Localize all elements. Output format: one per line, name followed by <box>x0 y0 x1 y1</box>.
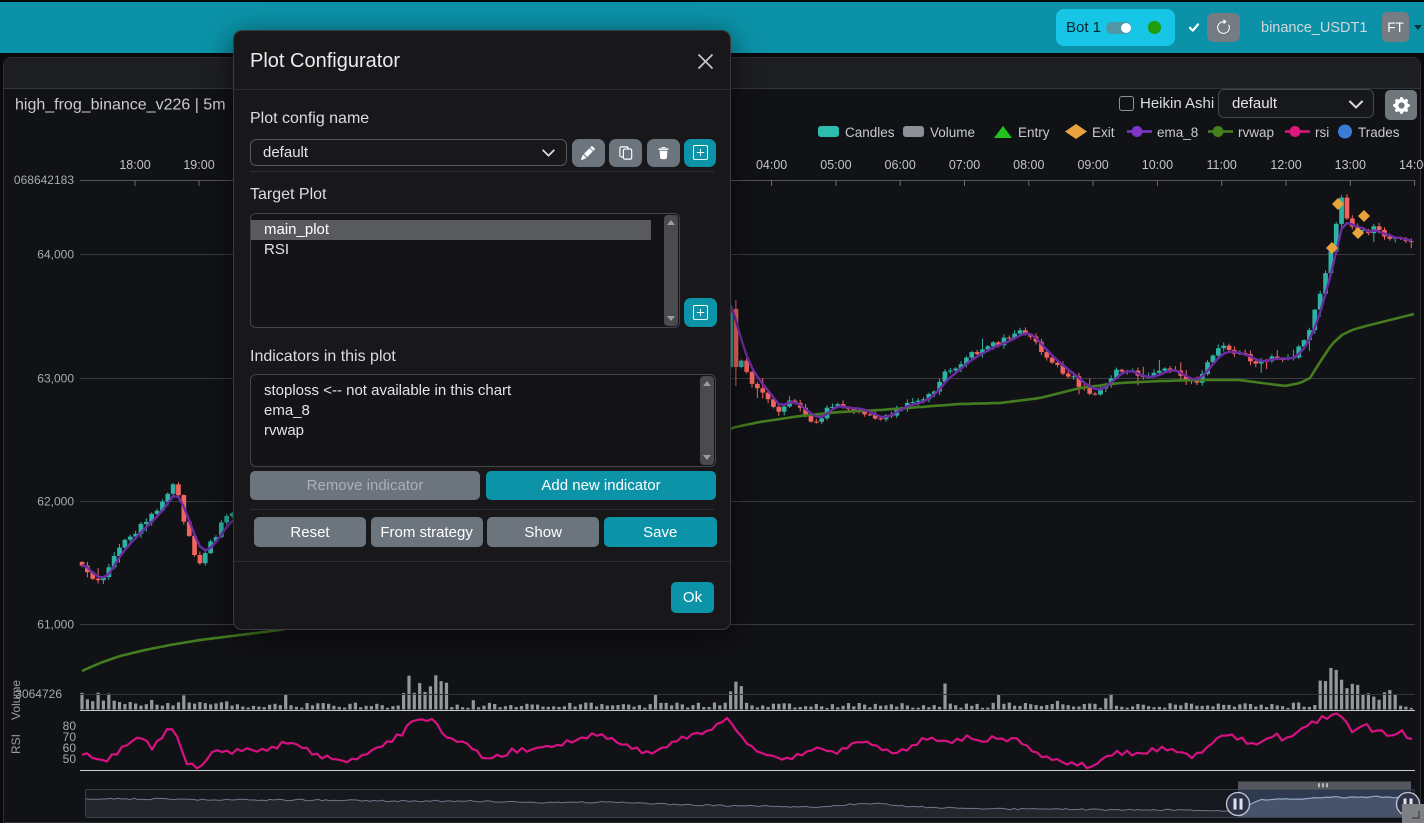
svg-text:50: 50 <box>63 752 77 766</box>
svg-text:10:00: 10:00 <box>1142 158 1173 172</box>
svg-text:Trades: Trades <box>1358 125 1400 140</box>
svg-text:Exit: Exit <box>1092 125 1115 140</box>
svg-text:high_frog_binance_v226 | 5m: high_frog_binance_v226 | 5m <box>15 97 226 114</box>
svg-text:ema_8: ema_8 <box>1157 125 1198 140</box>
svg-text:13:00: 13:00 <box>1335 158 1366 172</box>
svg-text:04:00: 04:00 <box>756 158 787 172</box>
svg-text:14:00: 14:00 <box>1399 158 1424 172</box>
svg-text:61,000: 61,000 <box>37 618 74 632</box>
svg-text:63,000: 63,000 <box>37 372 74 386</box>
svg-text:068642183: 068642183 <box>14 173 74 187</box>
svg-text:Candles: Candles <box>845 125 895 140</box>
svg-text:18:00: 18:00 <box>119 158 150 172</box>
svg-text:Entry: Entry <box>1018 125 1050 140</box>
svg-text:05:00: 05:00 <box>820 158 851 172</box>
svg-text:RSI: RSI <box>9 734 23 754</box>
svg-text:06:00: 06:00 <box>885 158 916 172</box>
svg-text:Volume: Volume <box>9 680 23 720</box>
svg-text:rvwap: rvwap <box>1238 125 1274 140</box>
svg-text:62,000: 62,000 <box>37 495 74 509</box>
svg-text:64,000: 64,000 <box>37 248 74 262</box>
svg-text:Volume: Volume <box>930 125 975 140</box>
svg-text:07:00: 07:00 <box>949 158 980 172</box>
svg-text:12:00: 12:00 <box>1270 158 1301 172</box>
svg-text:rsi: rsi <box>1315 125 1329 140</box>
svg-text:08:00: 08:00 <box>1013 158 1044 172</box>
svg-text:11:00: 11:00 <box>1207 158 1237 172</box>
svg-text:09:00: 09:00 <box>1077 158 1108 172</box>
svg-text:19:00: 19:00 <box>183 158 214 172</box>
